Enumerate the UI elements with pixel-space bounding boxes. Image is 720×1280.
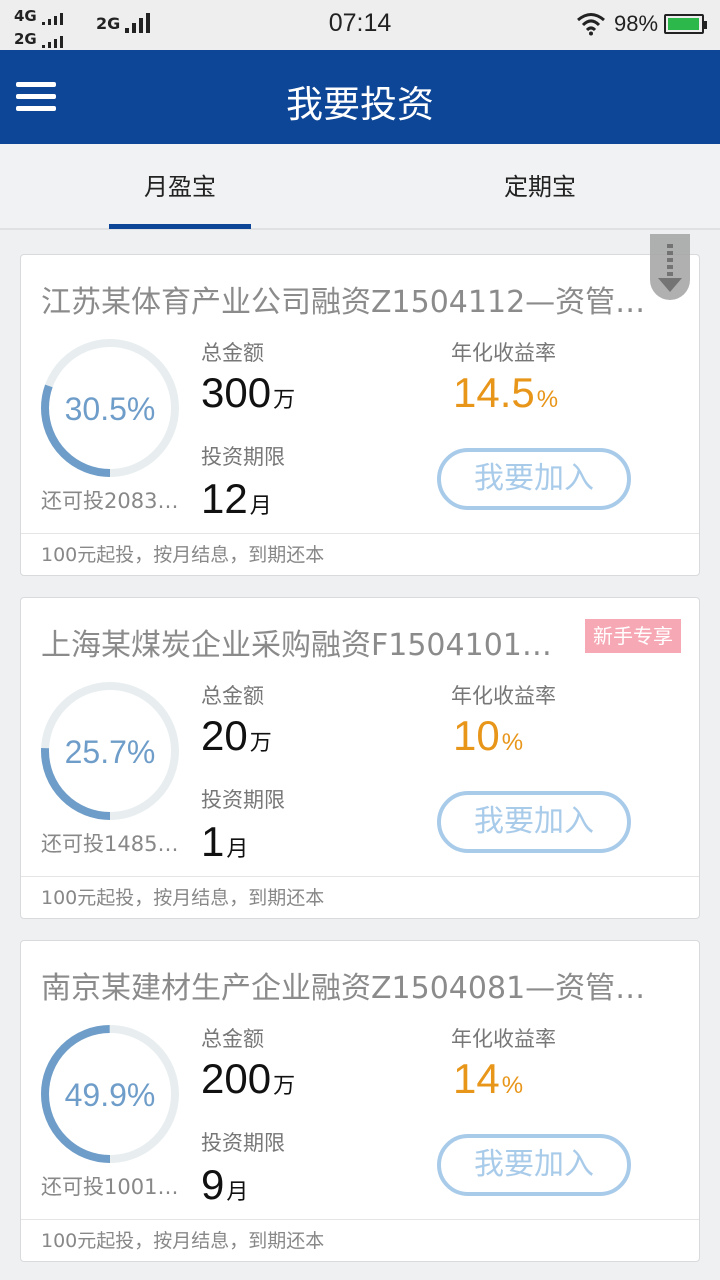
total-amount: 20万: [201, 712, 272, 759]
term-label: 投资期限: [201, 445, 285, 469]
annual-rate: 10%: [453, 712, 524, 759]
annual-rate-label: 年化收益率: [451, 341, 556, 365]
progress-percent: 49.9%: [64, 1077, 156, 1113]
scroll-down-button[interactable]: [650, 234, 690, 300]
term-value: 9月: [201, 1161, 249, 1208]
annual-rate-label: 年化收益率: [451, 1027, 556, 1051]
product-terms: 100元起投，按月结息，到期还本: [21, 533, 699, 575]
product-title: 江苏某体育产业公司融资Z1504112—资管…: [41, 285, 646, 320]
clock: 07:14: [328, 9, 392, 37]
active-tab-indicator: [109, 224, 251, 229]
remaining-amount: 还可投2083…: [41, 489, 179, 513]
progress-percent: 25.7%: [64, 734, 156, 770]
term-value: 12月: [201, 475, 272, 522]
page-title: 我要投资: [286, 83, 434, 126]
total-amount-label: 总金额: [201, 341, 264, 365]
annual-rate-label: 年化收益率: [451, 684, 556, 708]
product-terms: 100元起投，按月结息，到期还本: [21, 876, 699, 918]
join-button[interactable]: 我要加入: [437, 1134, 631, 1196]
annual-rate: 14%: [453, 1055, 524, 1102]
total-amount: 200万: [201, 1055, 296, 1102]
join-button[interactable]: 我要加入: [437, 448, 631, 510]
total-amount: 300万: [201, 369, 296, 416]
product-title: 上海某煤炭企业采购融资F1504101…: [41, 628, 552, 663]
battery-percent: 98%: [614, 11, 659, 36]
remaining-amount: 还可投1001…: [41, 1175, 179, 1199]
battery-icon: [664, 14, 707, 34]
progress-percent: 30.5%: [64, 391, 156, 427]
annual-rate: 14.5%: [453, 369, 559, 416]
join-button[interactable]: 我要加入: [437, 791, 631, 853]
product-card[interactable]: 上海某煤炭企业采购融资F1504101… 新手专享 25.7% 还可投1485……: [20, 597, 700, 919]
total-amount-label: 总金额: [201, 1027, 264, 1051]
product-terms: 100元起投，按月结息，到期还本: [21, 1219, 699, 1261]
tab-dingqibao[interactable]: 定期宝: [440, 144, 640, 230]
newbie-badge: 新手专享: [585, 619, 681, 653]
status-bar: 4G 2G 2G 07:14 98%: [0, 0, 720, 50]
term-value: 1月: [201, 818, 249, 865]
product-title: 南京某建材生产企业融资Z1504081—资管…: [41, 971, 646, 1006]
term-label: 投资期限: [201, 1131, 285, 1155]
total-amount-label: 总金额: [201, 684, 264, 708]
tab-yueyingbao[interactable]: 月盈宝: [80, 144, 280, 230]
product-card[interactable]: 南京某建材生产企业融资Z1504081—资管… 49.9% 还可投1001… 总…: [20, 940, 700, 1262]
term-label: 投资期限: [201, 788, 285, 812]
product-card[interactable]: 江苏某体育产业公司融资Z1504112—资管… 30.5% 还可投2083… 总…: [20, 254, 700, 576]
app-header: 我要投资: [0, 50, 720, 144]
product-tabs: 月盈宝 定期宝: [0, 144, 720, 230]
wifi-icon: [577, 13, 605, 36]
scroll-down-arrow-icon: [658, 244, 682, 292]
remaining-amount: 还可投1485…: [41, 832, 179, 856]
